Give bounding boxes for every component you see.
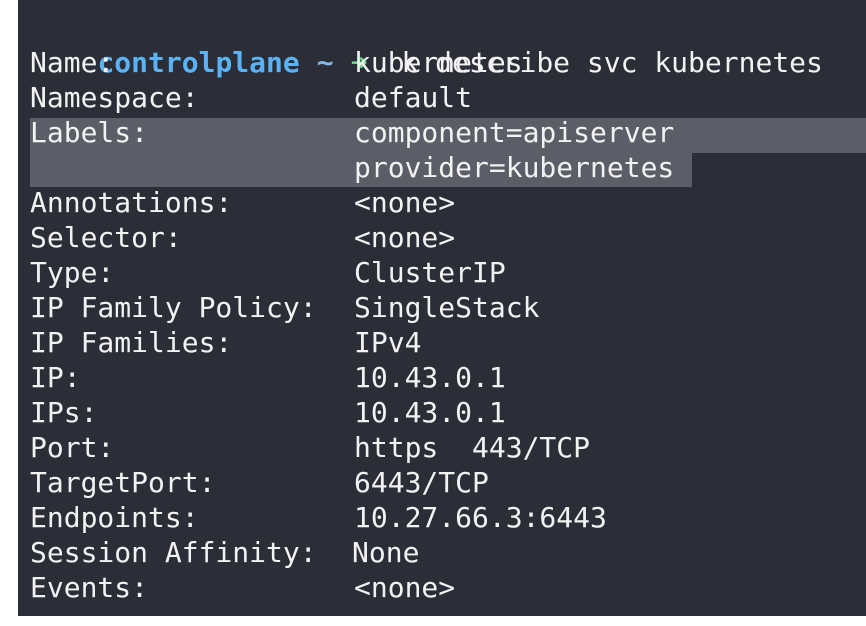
- field-label: Session Affinity:: [30, 536, 317, 569]
- output-row-session-affinity: Session Affinity: None: [30, 535, 419, 570]
- field-value: 10.43.0.1: [354, 396, 506, 429]
- terminal-window[interactable]: controlplane ~ ➜ k describe svc kubernetes …: [18, 0, 866, 616]
- output-row-endpoints: Endpoints: 10.27.66.3:6443: [30, 500, 607, 535]
- field-value: 10.43.0.1: [354, 361, 506, 394]
- field-label: IP Families:: [30, 326, 233, 359]
- output-row-ip: IP: 10.43.0.1: [30, 360, 506, 395]
- output-row-target-port: TargetPort: 6443/TCP: [30, 465, 489, 500]
- field-label: TargetPort:: [30, 466, 216, 499]
- field-label: Type:: [30, 256, 115, 289]
- field-value: 6443/TCP: [354, 466, 489, 499]
- output-row-ip-family-policy: IP Family Policy: SingleStack: [30, 290, 539, 325]
- field-value: None: [352, 536, 420, 569]
- field-value: <none>: [354, 571, 456, 604]
- command-prompt-line: controlplane ~ ➜ k describe svc kubernetes: [30, 10, 822, 79]
- field-label: Selector:: [30, 221, 182, 254]
- field-value: https 443/TCP: [354, 431, 591, 464]
- field-label: Endpoints:: [30, 501, 199, 534]
- field-value: default: [354, 81, 473, 114]
- field-label: Port:: [30, 431, 115, 464]
- field-value: 10.27.66.3:6443: [354, 501, 607, 534]
- field-value: kubernetes: [354, 46, 523, 79]
- prompt-hostname: controlplane: [97, 46, 300, 79]
- field-label: IP Family Policy:: [30, 291, 317, 324]
- output-row-selector: Selector: <none>: [30, 220, 455, 255]
- field-label: Annotations:: [30, 186, 233, 219]
- field-value: <none>: [354, 221, 456, 254]
- field-value: component=apiserver: [354, 116, 675, 149]
- field-value: provider=kubernetes: [354, 151, 675, 184]
- field-label: Labels:: [30, 116, 149, 149]
- field-label: IPs:: [30, 396, 98, 429]
- field-value: <none>: [354, 186, 456, 219]
- field-label: IP:: [30, 361, 81, 394]
- field-label: Name:: [30, 46, 115, 79]
- output-row-port: Port: https 443/TCP: [30, 430, 590, 465]
- output-row-events: Events: <none>: [30, 570, 455, 605]
- field-value: ClusterIP: [354, 256, 506, 289]
- output-row-ip-families: IP Families: IPv4: [30, 325, 421, 360]
- output-row-labels: Labels: component=apiserver: [30, 115, 674, 150]
- output-row-namespace: Namespace: default: [30, 80, 472, 115]
- field-label: Events:: [30, 571, 149, 604]
- output-row-name: Name: kubernetes: [30, 45, 523, 80]
- prompt-directory: ~: [316, 46, 334, 79]
- output-row-labels-continued: provider=kubernetes: [30, 150, 674, 185]
- output-row-ips: IPs: 10.43.0.1: [30, 395, 506, 430]
- output-row-annotations: Annotations: <none>: [30, 185, 455, 220]
- field-value: IPv4: [354, 326, 422, 359]
- output-row-type: Type: ClusterIP: [30, 255, 506, 290]
- field-value: SingleStack: [354, 291, 540, 324]
- field-label: Namespace:: [30, 81, 199, 114]
